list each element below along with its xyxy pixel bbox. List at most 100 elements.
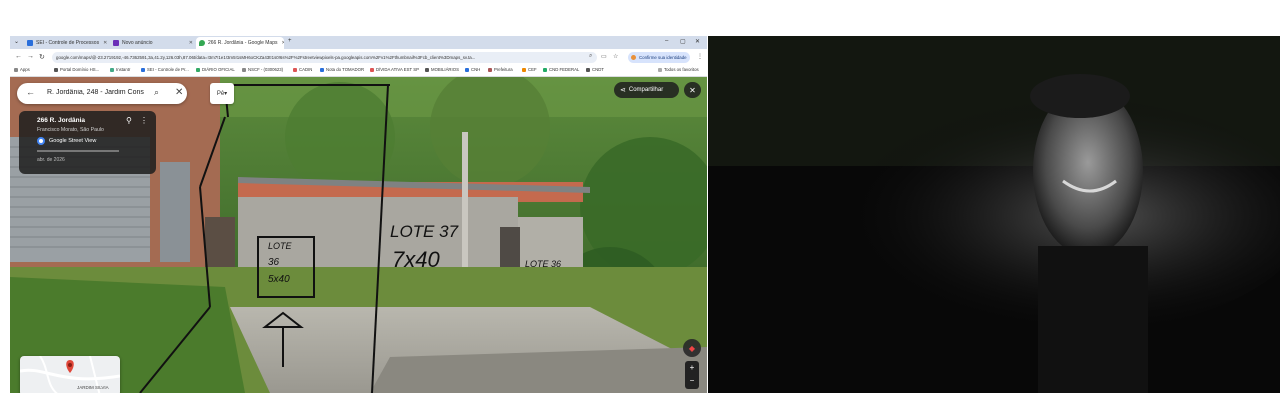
browser-toolbar: ← → ↻ google.com/maps/@-23.2719192,-46.7… <box>10 49 707 65</box>
bookmark-icon <box>370 67 374 72</box>
more-options-icon[interactable]: ⋮ <box>140 116 148 125</box>
sei-favicon-icon <box>27 40 33 46</box>
bookmark-apps[interactable]: Apps <box>14 67 30 72</box>
close-tab-icon[interactable]: ✕ <box>185 40 193 46</box>
search-icon[interactable]: ⌕ <box>154 87 159 98</box>
bookmark-icon <box>110 67 114 72</box>
street-view-panorama[interactable]: LOTE 36 5x40 LOTE 37 7x40 LOTE 36 ← R. J… <box>10 77 707 393</box>
new-tab-button[interactable]: + <box>288 38 292 44</box>
bookmark-label: CEF <box>528 67 537 72</box>
close-icon[interactable]: ✕ <box>175 87 183 98</box>
all-favorites-folder[interactable]: Todos os favoritos <box>658 67 699 72</box>
tab-label: SEI - Controle de Processos <box>36 40 100 46</box>
back-arrow-icon[interactable]: ← <box>15 53 22 60</box>
profile-avatar-icon <box>631 55 636 60</box>
annot-size-7x40: 7x40 <box>392 247 440 272</box>
tab-search-button[interactable]: ⌄ <box>14 38 19 45</box>
search-icon[interactable]: ⌕ <box>589 53 592 60</box>
annot-lote-number: 36 <box>268 257 280 268</box>
bookmark-nota-tomador[interactable]: Nota do TOMADOR <box>320 67 364 72</box>
bookmark-label: Prefeitura <box>494 67 513 72</box>
browser-window: ⌄ SEI - Controle de Processos ✕ Novo anú… <box>10 36 707 393</box>
bookmark-label: Apps <box>20 67 30 72</box>
bookmark-icon <box>54 67 58 72</box>
bookmark-diario-oficial[interactable]: DIÁRIO OFICIAL <box>196 67 235 72</box>
back-arrow-icon[interactable]: ← <box>26 87 35 97</box>
star-bookmark-icon[interactable]: ☆ <box>613 53 618 60</box>
maximize-button[interactable]: ▢ <box>680 38 686 45</box>
share-button[interactable]: ⋖ Compartilhar <box>614 82 679 98</box>
bookmark-sei[interactable]: SEI - Controle de Pr... <box>141 67 189 72</box>
bookmark-nscf[interactable]: NSCF - (0300623) <box>242 67 283 72</box>
bookmark-divida-ativa[interactable]: DÍVIDA ATIVA EST SP <box>370 67 419 72</box>
bookmark-label: CNDT <box>592 67 604 72</box>
forward-arrow-icon[interactable]: → <box>27 53 34 60</box>
tab-novo-anuncio[interactable]: Novo anúncio ✕ <box>110 37 196 49</box>
tab-label: Novo anúncio <box>122 40 153 46</box>
location-pin-icon[interactable]: ⚲ <box>126 116 132 125</box>
grey-door <box>160 162 190 262</box>
bookmark-cef[interactable]: CEF <box>522 67 537 72</box>
zoom-control: + − <box>685 361 699 389</box>
bookmark-icon <box>522 67 526 72</box>
annot-lote-37: LOTE 37 <box>390 222 459 241</box>
mini-map-label: JARDIM SILVIA <box>77 385 109 390</box>
zoom-out-button[interactable]: − <box>685 374 699 387</box>
reload-icon[interactable]: ↻ <box>39 53 45 61</box>
tab-sei[interactable]: SEI - Controle de Processos ✕ <box>24 37 110 49</box>
bookmark-cnh[interactable]: CNH <box>465 67 480 72</box>
bookmark-icon <box>425 67 429 72</box>
close-tab-icon[interactable]: ✕ <box>277 40 284 46</box>
mini-map[interactable]: JARDIM SILVIA <box>20 356 120 393</box>
bookmark-icon <box>141 67 145 72</box>
confirm-identity-label: Confirme sua identidade <box>639 55 687 60</box>
video-still-image <box>708 36 1280 393</box>
tab-google-maps[interactable]: 266 R. Jordânia - Google Maps ✕ <box>196 37 284 49</box>
close-street-view-button[interactable]: ✕ <box>684 82 701 98</box>
menu-kebab-icon[interactable]: ⋮ <box>697 53 703 60</box>
view-dropdown-label: Pê <box>216 90 225 97</box>
bookmark-instantr[interactable]: Instantr <box>110 67 130 72</box>
close-window-button[interactable]: ✕ <box>695 38 700 45</box>
bookmark-icon <box>488 67 492 72</box>
bookmark-label: Todos os favoritos <box>664 67 699 72</box>
bookmark-label: DÍVIDA ATIVA EST SP <box>376 67 419 72</box>
location-city: Francisco Morato, São Paulo <box>37 127 104 133</box>
search-query[interactable]: R. Jordânia, 248 - Jardim Cons <box>47 89 147 96</box>
timeline-bar[interactable] <box>37 150 119 152</box>
address-bar[interactable]: google.com/maps/@-23.2719192,-46.7362591… <box>52 52 597 63</box>
cast-icon[interactable]: ▭ <box>601 53 607 60</box>
bookmark-label: SEI - Controle de Pr... <box>147 67 189 72</box>
bookmark-label: CND FEDERAL <box>549 67 580 72</box>
annot-lote-size: 5x40 <box>268 274 290 285</box>
bookmark-cadin[interactable]: CADIN <box>293 67 312 72</box>
bookmark-label: CADIN <box>299 67 313 72</box>
bookmarks-bar: Apps Portal Domínio HS... Instantr SEI -… <box>10 65 707 77</box>
minimize-button[interactable]: – <box>665 38 668 44</box>
bookmark-label: CNH <box>471 67 481 72</box>
compass-icon[interactable]: ◆ <box>683 339 701 357</box>
bookmark-mobiliarios[interactable]: MOBILIÁRIOS <box>425 67 459 72</box>
bookmark-icon <box>242 67 246 72</box>
close-tab-icon[interactable]: ✕ <box>99 40 107 46</box>
bookmark-prefeitura[interactable]: Prefeitura <box>488 67 513 72</box>
street-view-search-box[interactable]: ← R. Jordânia, 248 - Jardim Cons ⌕ ✕ <box>17 83 187 104</box>
confirm-identity-button[interactable]: Confirme sua identidade <box>628 52 690 63</box>
bookmark-cndt[interactable]: CNDT <box>586 67 604 72</box>
dark-video-frame <box>708 36 1280 393</box>
hair-shape <box>1030 74 1130 118</box>
provider-label: Google Street View <box>49 138 97 144</box>
bookmark-icon <box>293 67 297 72</box>
zoom-in-button[interactable]: + <box>685 361 699 374</box>
location-address: 266 R. Jordânia <box>37 117 86 124</box>
bookmark-cnd-federal[interactable]: CND FEDERAL <box>543 67 579 72</box>
annot-wall-text: LOTE 36 <box>525 259 561 269</box>
bookmark-label: Instantr <box>116 67 131 72</box>
tab-strip: ⌄ SEI - Controle de Processos ✕ Novo anú… <box>10 36 707 49</box>
share-label: Compartilhar <box>628 87 664 93</box>
bookmark-portal-dominio[interactable]: Portal Domínio HS... <box>54 67 99 72</box>
folder-icon <box>658 67 662 72</box>
bookmark-icon <box>196 67 200 72</box>
bookmark-label: Portal Domínio HS... <box>60 67 100 72</box>
view-dropdown[interactable]: Pê ▾ <box>210 83 234 104</box>
